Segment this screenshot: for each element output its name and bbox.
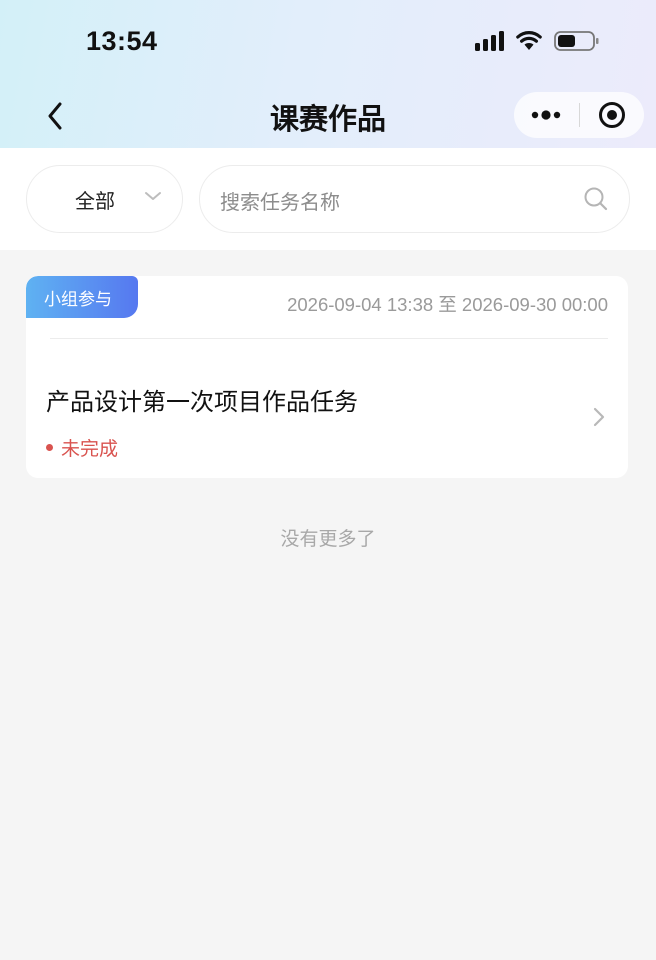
battery-icon <box>554 31 599 51</box>
status-dot-icon <box>46 444 53 451</box>
target-close-icon <box>598 102 625 128</box>
status-time: 13:54 <box>86 26 158 56</box>
cellular-signal-icon <box>475 31 504 51</box>
task-status-label: 未完成 <box>61 438 119 460</box>
search-input[interactable]: 搜索任务名称 <box>199 165 630 233</box>
status-icons <box>475 30 600 52</box>
header: 13:54 课赛作品 <box>0 0 656 148</box>
participation-tag: 小组参与 <box>26 276 138 318</box>
chevron-down-icon <box>145 192 161 200</box>
task-title: 产品设计第一次项目作品任务 <box>46 388 358 416</box>
task-card[interactable]: 小组参与 2026-09-04 13:38 至 2026-09-30 00:00… <box>26 276 628 478</box>
dropdown-value: 全部 <box>75 188 115 213</box>
task-status: 未完成 <box>46 434 118 461</box>
card-divider <box>50 338 608 339</box>
chevron-right-icon <box>593 407 605 427</box>
wifi-icon <box>516 31 542 50</box>
filter-bar: 全部 搜索任务名称 <box>0 148 656 250</box>
more-button[interactable] <box>514 92 579 138</box>
task-period: 2026-09-04 13:38 至 2026-09-30 00:00 <box>287 294 608 315</box>
screen: 13:54 课赛作品 全部 搜索任务名称 小组参与 2026-09-04 13:… <box>0 0 656 960</box>
more-dots-icon <box>532 110 561 120</box>
category-dropdown[interactable]: 全部 <box>26 165 183 233</box>
search-icon[interactable] <box>583 186 609 212</box>
close-miniprogram-button[interactable] <box>580 92 645 138</box>
list-end-text: 没有更多了 <box>280 528 376 550</box>
mini-program-capsule <box>514 92 644 138</box>
search-placeholder: 搜索任务名称 <box>220 190 340 214</box>
